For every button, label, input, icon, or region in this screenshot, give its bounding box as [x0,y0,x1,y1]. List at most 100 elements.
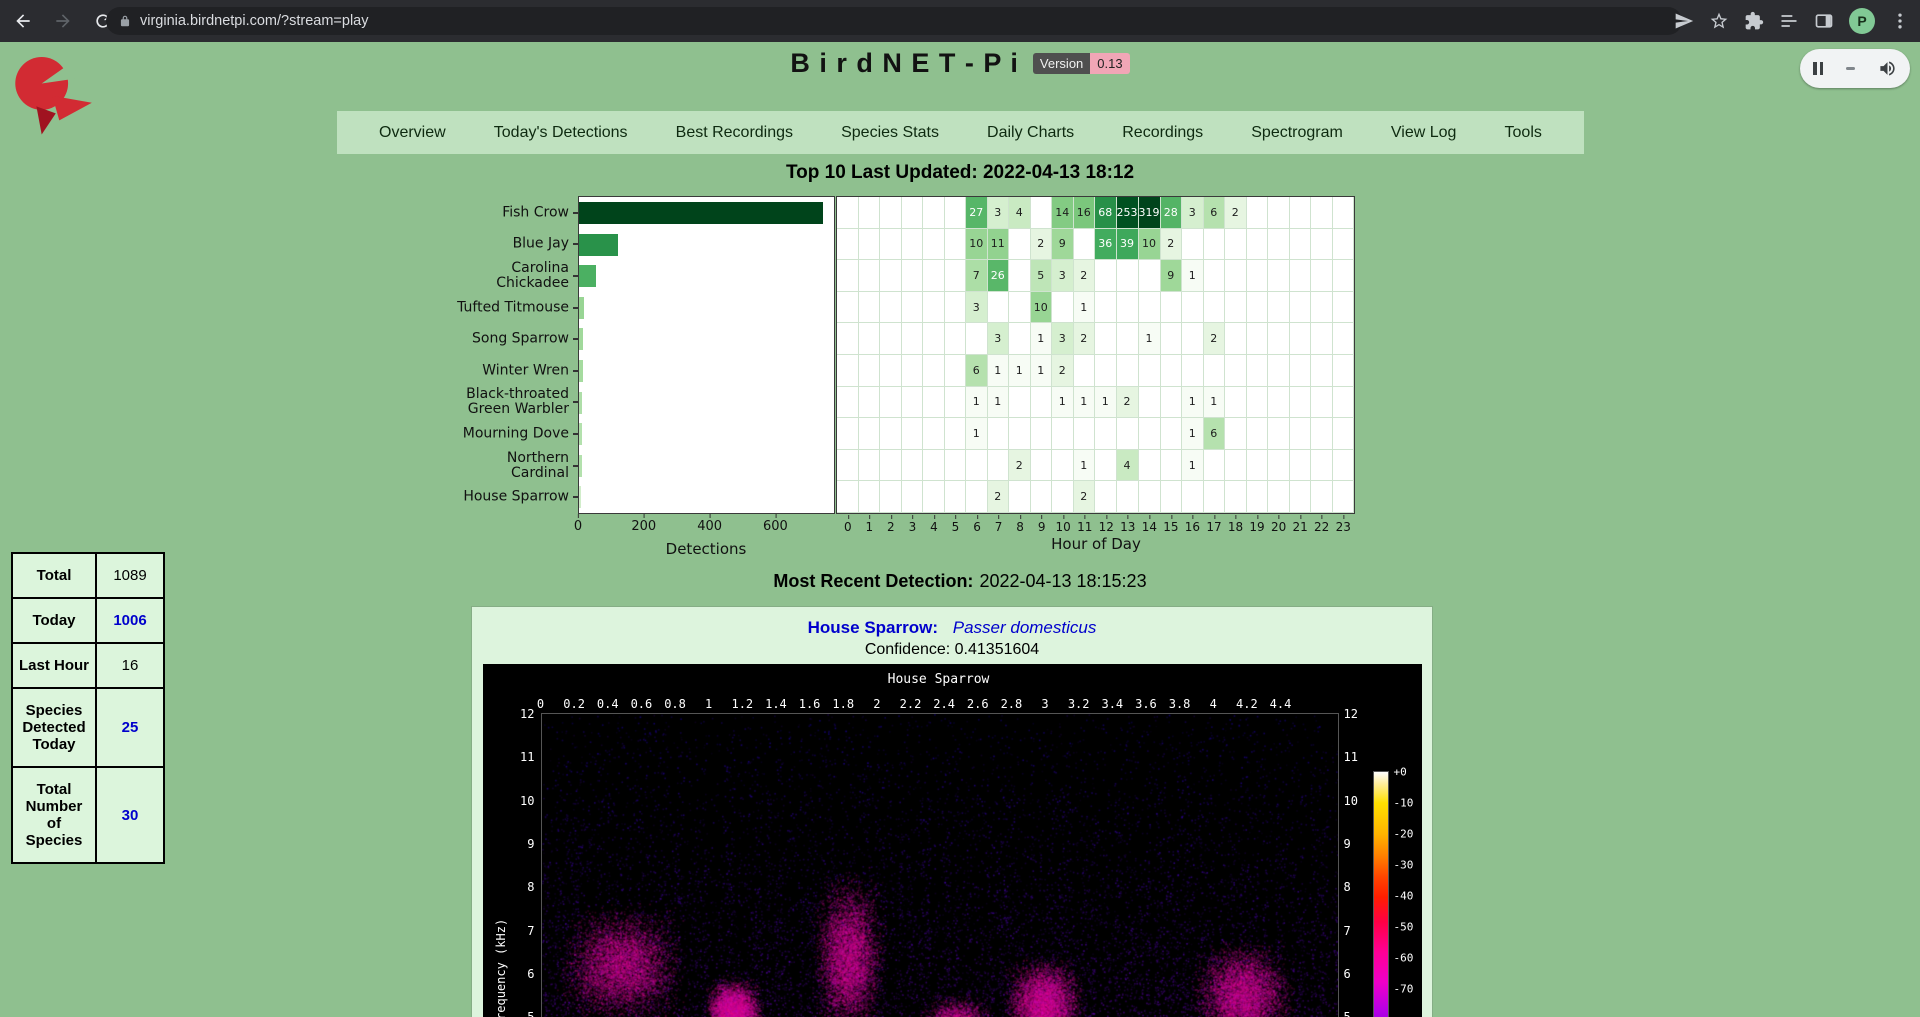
detection-confidence: Confidence: 0.41351604 [472,640,1432,659]
heatmap-cell [1052,450,1074,482]
heatmap-cell: 2 [1074,260,1096,292]
heatmap-cell [1290,481,1312,513]
detections-bar [579,486,581,508]
hour-tick: 20 [1271,520,1286,534]
heatmap-cell: 1 [1182,387,1204,419]
species-axis-tick [573,307,578,309]
heatmap-cell [1333,229,1355,261]
heatmap-cell [1182,481,1204,513]
heatmap-cell: 9 [1161,260,1183,292]
heatmap-cell: 2 [1074,323,1096,355]
heatmap-cell [1247,355,1269,387]
heatmap-cell: 1 [1031,355,1053,387]
spectro-y-tick: 8 [1344,880,1351,894]
heatmap-cell: 2 [1031,229,1053,261]
nav-item-recordings[interactable]: Recordings [1122,124,1203,142]
heatmap-cell: 27 [966,197,988,229]
heatmap-cell: 1 [1182,260,1204,292]
stat-value[interactable]: 1006 [96,598,164,643]
heatmap-cell [1117,418,1139,450]
spectro-y-tick: 12 [1344,707,1358,721]
volume-icon[interactable] [1878,59,1897,78]
heatmap-cell [880,387,902,419]
heatmap-cell: 1 [1052,387,1074,419]
hour-tick: 22 [1314,520,1329,534]
forward-button[interactable] [46,4,80,38]
heatmap-cell [902,229,924,261]
nav-item-best-recordings[interactable]: Best Recordings [676,124,793,142]
spectro-x-tick: 1.2 [731,697,753,711]
stat-value[interactable]: 30 [96,767,164,863]
heatmap-cell [837,450,859,482]
heatmap-cell [880,355,902,387]
spectro-colorbar [1373,771,1389,1017]
heatmap-cell [1095,260,1117,292]
profile-avatar[interactable]: P [1849,8,1875,34]
spectro-x-tick: 3.6 [1135,697,1157,711]
heatmap-cell [1311,323,1333,355]
heatmap-cell [1247,481,1269,513]
hour-tick: 19 [1249,520,1264,534]
colorbar-tick: -10 [1394,797,1414,810]
heatmap-cell [923,292,945,324]
heatmap-cell [859,481,881,513]
page-title: B i r d N E T - P i [790,48,1019,79]
heatmap-cell [902,355,924,387]
species-axis-tick [573,401,578,403]
extensions-icon[interactable] [1744,11,1764,31]
audio-timeline[interactable] [1846,67,1855,70]
address-bar[interactable]: virginia.birdnetpi.com/?stream=play [106,7,1682,35]
nav-item-species-stats[interactable]: Species Stats [841,124,939,142]
heatmap-cell [1333,481,1355,513]
heatmap-cell [923,387,945,419]
heatmap-cell: 1 [1095,387,1117,419]
heatmap-cell [1290,418,1312,450]
detections-bar [579,328,583,350]
stat-value[interactable]: 25 [96,688,164,767]
pause-button[interactable] [1813,62,1823,75]
heatmap-cell [1225,229,1247,261]
heatmap-cell [1225,323,1247,355]
side-panel-icon[interactable] [1814,11,1834,31]
species-label: Song Sparrow [457,332,569,347]
spectro-x-tick: 3 [1041,697,1048,711]
detection-species-link[interactable]: House Sparrow: [808,618,938,637]
bar-x-tick: 200 [631,519,656,534]
nav-item-view-log[interactable]: View Log [1391,124,1457,142]
nav-item-today-s-detections[interactable]: Today's Detections [494,124,628,142]
heatmap-cell: 1 [1182,450,1204,482]
heatmap-cell: 1 [966,418,988,450]
list-icon[interactable] [1779,11,1799,31]
hour-tick: 8 [1016,520,1024,534]
bar-x-tick: 400 [697,519,722,534]
heatmap-cell [837,197,859,229]
heatmap-cell: 1 [1182,418,1204,450]
heatmap-cell: 4 [1009,197,1031,229]
send-icon[interactable] [1674,11,1694,31]
heatmap-cell [1031,387,1053,419]
heatmap-cell [902,260,924,292]
heatmap-cell [923,355,945,387]
spectro-x-tick: 2.6 [967,697,989,711]
species-label: House Sparrow [457,490,569,505]
heatmap-cell: 1 [1139,323,1161,355]
nav-item-tools[interactable]: Tools [1505,124,1542,142]
hour-tick: 17 [1206,520,1221,534]
bookmark-star-icon[interactable] [1709,11,1729,31]
heatmap-cell [859,229,881,261]
nav-item-overview[interactable]: Overview [379,124,446,142]
nav-item-daily-charts[interactable]: Daily Charts [987,124,1074,142]
hour-tick: 21 [1293,520,1308,534]
nav-item-spectrogram[interactable]: Spectrogram [1251,124,1343,142]
heatmap-cell [859,355,881,387]
colorbar-tick: -40 [1394,890,1414,903]
back-button[interactable] [6,4,40,38]
heatmap-cell [1333,197,1355,229]
species-label: Fish Crow [457,205,569,220]
heatmap-cell: 2 [988,481,1010,513]
heatmap-cell [1161,418,1183,450]
forward-icon [53,11,73,31]
menu-dots-icon[interactable] [1890,11,1910,31]
stat-label: Last Hour [12,643,96,688]
heatmap-cell [1225,260,1247,292]
